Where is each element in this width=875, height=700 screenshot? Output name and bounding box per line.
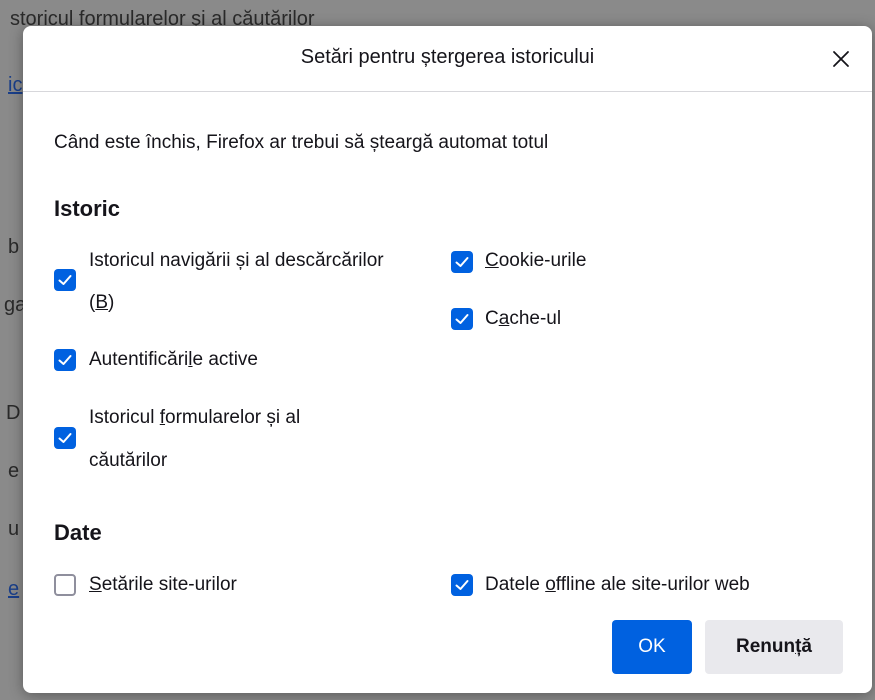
cancel-button[interactable]: Renun ț ă: [705, 620, 843, 674]
dialog-header: Setări pentru ștergerea istoricului: [23, 26, 872, 92]
background-link: ic: [8, 74, 23, 96]
offline-data-label[interactable]: Datele offline ale site-urilor web: [485, 566, 750, 604]
browsing-history-label-line2[interactable]: (B): [89, 284, 114, 322]
check-icon: [58, 433, 72, 443]
check-icon: [455, 580, 469, 590]
section-title-date: Date: [54, 520, 102, 545]
cookies-checkbox[interactable]: [451, 251, 473, 273]
form-search-history-label[interactable]: Istoricul formularelor și al: [89, 399, 300, 437]
form-search-history-label-line2[interactable]: căutărilor: [89, 442, 167, 480]
active-logins-label[interactable]: Autentificările active: [89, 341, 258, 379]
form-search-history-checkbox[interactable]: [54, 427, 76, 449]
active-logins-checkbox[interactable]: [54, 349, 76, 371]
cache-checkbox[interactable]: [451, 308, 473, 330]
background-text: e: [8, 460, 20, 482]
check-icon: [58, 275, 72, 285]
browsing-history-checkbox[interactable]: [54, 269, 76, 291]
check-icon: [58, 355, 72, 365]
site-settings-label[interactable]: Setările site-urilor: [89, 566, 237, 604]
dialog-description: Când este închis, Firefox ar trebui să ș…: [54, 132, 549, 153]
dialog-title: Setări pentru ștergerea istoricului: [300, 46, 595, 68]
clear-history-settings-dialog: Setări pentru ștergerea istoricului Când…: [23, 26, 872, 693]
close-button[interactable]: [822, 40, 860, 78]
check-icon: [455, 314, 469, 324]
browsing-history-label[interactable]: Istoricul navigării și al descărcărilor: [89, 242, 384, 280]
close-icon: [833, 51, 849, 67]
background-text: b: [8, 236, 20, 258]
offline-data-checkbox[interactable]: [451, 574, 473, 596]
ok-button[interactable]: OK: [612, 620, 692, 674]
section-title-istoric: Istoric: [54, 196, 121, 221]
cookies-label[interactable]: Cookie-urile: [485, 242, 586, 280]
check-icon: [455, 257, 469, 267]
site-settings-checkbox[interactable]: [54, 574, 76, 596]
background-text: u: [8, 518, 20, 540]
cache-label[interactable]: Cache-ul: [485, 300, 561, 338]
background-link: e: [8, 578, 20, 600]
background-text: D: [6, 402, 21, 424]
